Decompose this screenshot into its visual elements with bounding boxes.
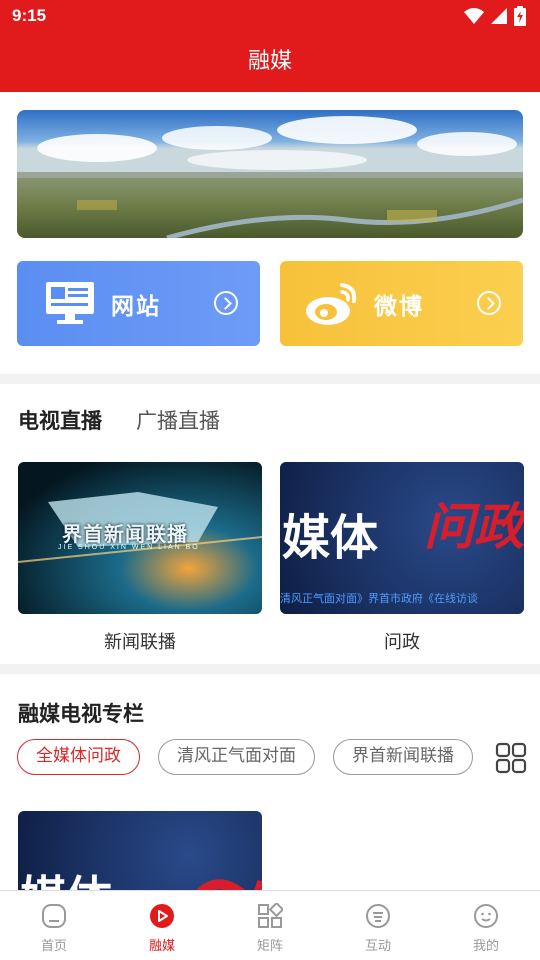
- chip-all-media[interactable]: 全媒体问政: [17, 739, 140, 775]
- status-time: 9:15: [12, 6, 47, 25]
- app-bar: 融媒: [0, 34, 540, 92]
- video-thumbnail[interactable]: 界首新闻联播 JIE SHOU XIN WEN LIAN BO: [18, 462, 262, 614]
- thumbnail-title: 界首新闻联播: [62, 522, 188, 546]
- tab-tv-live[interactable]: 电视直播: [18, 405, 102, 435]
- thumbnail-subtitle: 清风正气面对面》界首市政府《在线访谈: [280, 592, 478, 605]
- signal-icon: [491, 8, 507, 24]
- monitor-icon: [46, 282, 94, 324]
- tab-label: 矩阵: [256, 939, 283, 954]
- thumbnail-title: 媒体: [20, 875, 112, 890]
- chevron-right-icon: [214, 291, 238, 315]
- tab-profile[interactable]: 我的: [432, 891, 540, 960]
- play-icon: [150, 904, 174, 928]
- thumbnail-title-accent: 问政: [424, 498, 524, 556]
- video-caption: 新闻联播: [104, 632, 176, 653]
- chip-qingfeng[interactable]: 清风正气面对面: [158, 739, 315, 775]
- battery-icon: [514, 6, 526, 26]
- tab-media[interactable]: 融媒: [108, 891, 216, 960]
- thumbnail-subtitle: JIE SHOU XIN WEN LIAN BO: [58, 544, 200, 551]
- tab-matrix[interactable]: 矩阵: [216, 891, 324, 960]
- profile-icon: [474, 904, 498, 928]
- tab-label: 首页: [40, 939, 67, 954]
- video-card-wenzheng[interactable]: 媒体 问政 清风正气面对面》界首市政府《在线访谈 问政: [280, 462, 524, 654]
- section-divider: [0, 664, 540, 674]
- tab-label: 我的: [472, 939, 499, 954]
- bottom-tab-bar: 首页 融媒 矩阵 互动 我的: [0, 890, 540, 960]
- weibo-label: 微博: [374, 294, 424, 320]
- section-title: 融媒电视专栏: [18, 702, 144, 726]
- tab-radio-live[interactable]: 广播直播: [136, 405, 220, 435]
- video-thumbnail[interactable]: 媒体 问政 清风正气面对面》界首市政府《在线访谈: [280, 462, 524, 614]
- thumbnail-title: 媒体: [282, 510, 379, 566]
- home-icon: [42, 904, 66, 928]
- weibo-link-card[interactable]: 微博: [280, 261, 523, 346]
- tab-interact[interactable]: 互动: [324, 891, 432, 960]
- video-caption: 问政: [384, 632, 420, 653]
- grid-icon[interactable]: [495, 742, 527, 774]
- column-video-thumbnail[interactable]: 媒体: [18, 811, 262, 890]
- matrix-icon: [258, 901, 285, 928]
- status-bar: 9:15: [0, 0, 540, 34]
- website-label: 网站: [111, 294, 161, 320]
- banner-image[interactable]: [17, 110, 523, 238]
- category-chips: 全媒体问政 清风正气面对面 界首新闻联播: [17, 739, 483, 775]
- tab-home[interactable]: 首页: [0, 891, 108, 960]
- weibo-icon: [306, 283, 357, 325]
- tab-label: 融媒: [148, 939, 175, 954]
- live-tabs: 电视直播 广播直播: [18, 405, 220, 435]
- main-content[interactable]: 网站 微博 电视直播 广播直播 界首新闻联播 JIE SHOU XIN WEN …: [0, 92, 540, 890]
- wifi-icon: [464, 8, 484, 24]
- website-link-card[interactable]: 网站: [17, 261, 260, 346]
- status-icons: [464, 6, 526, 26]
- chat-icon: [366, 904, 390, 928]
- tab-label: 互动: [364, 939, 391, 954]
- page-title: 融媒: [247, 49, 292, 74]
- chip-news[interactable]: 界首新闻联播: [333, 739, 473, 775]
- video-card-news[interactable]: 界首新闻联播 JIE SHOU XIN WEN LIAN BO 新闻联播: [18, 462, 262, 654]
- chevron-right-icon: [477, 291, 501, 315]
- section-divider: [0, 374, 540, 384]
